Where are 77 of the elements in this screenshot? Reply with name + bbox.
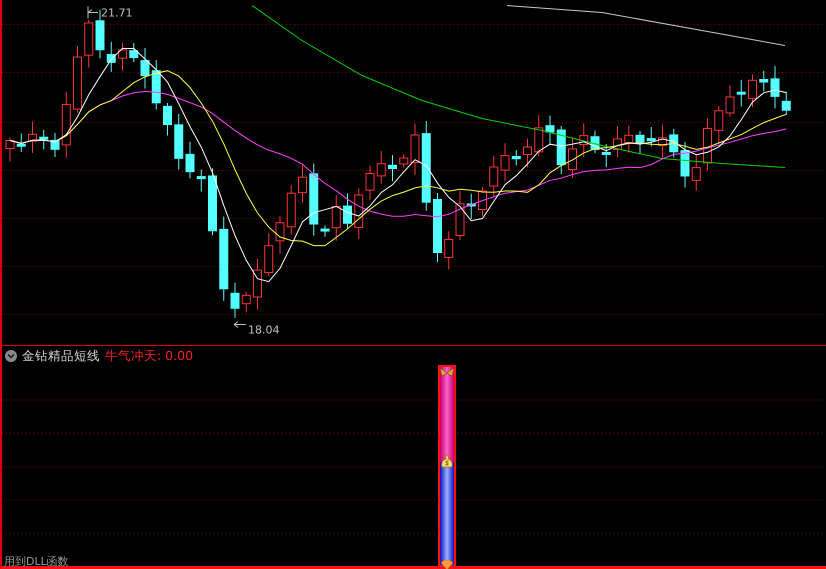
diamond-icon: [440, 560, 454, 569]
candlestick: [39, 129, 48, 150]
candlestick: [84, 19, 94, 68]
candlestick: [118, 42, 127, 71]
candlestick: [669, 128, 678, 158]
candlestick: [73, 46, 82, 114]
candlestick: [489, 155, 498, 198]
candlestick: [556, 125, 566, 175]
candlestick: [50, 132, 60, 158]
footer-note: 用到DLL函数: [3, 556, 69, 568]
candlestick: [546, 115, 554, 145]
candlestick: [748, 74, 757, 108]
candlestick: [500, 142, 510, 182]
candlestick: [613, 125, 622, 158]
candlestick: [433, 192, 442, 262]
candlestick: [759, 70, 768, 92]
candlestick: [366, 165, 374, 201]
candlestick: [174, 113, 184, 170]
candlestick: [782, 91, 791, 116]
candlestick: [298, 164, 307, 204]
candlestick: [332, 194, 341, 242]
candlestick: [6, 137, 14, 162]
candlestick: [658, 124, 667, 160]
candlestick: [736, 79, 746, 108]
candlestick: [264, 232, 274, 277]
candlestick: [636, 130, 644, 154]
candlestick: [534, 114, 544, 157]
candlestick: [276, 215, 284, 254]
arrow-icon: [234, 321, 246, 328]
candlestick: [646, 126, 656, 147]
low-price-label: 18.04: [248, 324, 280, 336]
candlestick: [376, 150, 386, 184]
candlestick: [602, 144, 611, 168]
candlestick: [28, 121, 37, 154]
candlestick: [714, 106, 724, 144]
money-bag-icon: [440, 455, 454, 470]
candlestick: [16, 132, 26, 152]
chevron-down-icon[interactable]: [5, 350, 17, 362]
candlestick: [354, 188, 364, 240]
candlestick: [140, 47, 150, 90]
candlestick: [590, 130, 600, 154]
candlestick: [680, 142, 690, 188]
candlestick: [692, 154, 701, 192]
candlestick: [523, 138, 532, 168]
candlestick: [286, 184, 296, 235]
butterfly-icon: [439, 367, 455, 379]
candlestick: [579, 122, 588, 158]
candlestick: [343, 192, 352, 230]
candlestick: [512, 150, 521, 166]
high-price-label: 21.71: [101, 6, 132, 20]
candlestick: [456, 190, 464, 241]
candlestick: [208, 168, 217, 236]
candlestick: [253, 258, 262, 310]
candlestick: [106, 41, 116, 72]
candlestick: [230, 282, 240, 318]
arrow-icon: [88, 6, 98, 19]
candlestick: [444, 230, 454, 270]
candlestick: [320, 224, 330, 238]
candlestick: [770, 65, 780, 109]
indicator-title: 金钻精品短线: [22, 348, 100, 364]
candlestick: [478, 186, 487, 217]
candlestick: [568, 136, 577, 179]
candlestick: [388, 154, 397, 182]
candlestick: [399, 154, 408, 168]
candlestick: [129, 42, 138, 63]
candlestick: [410, 123, 420, 176]
candlestick: [703, 118, 712, 172]
candlestick: [242, 291, 251, 313]
candlestick: [466, 193, 476, 220]
candlestick: [726, 84, 734, 117]
candlestick: [186, 141, 194, 179]
candlestick: [624, 124, 634, 154]
candlestick: [163, 102, 172, 136]
indicator-reading: 牛气冲天: 0.00: [105, 348, 194, 364]
candlestick: [62, 91, 71, 158]
candlestick: [152, 60, 161, 110]
candlestick: [196, 169, 206, 192]
